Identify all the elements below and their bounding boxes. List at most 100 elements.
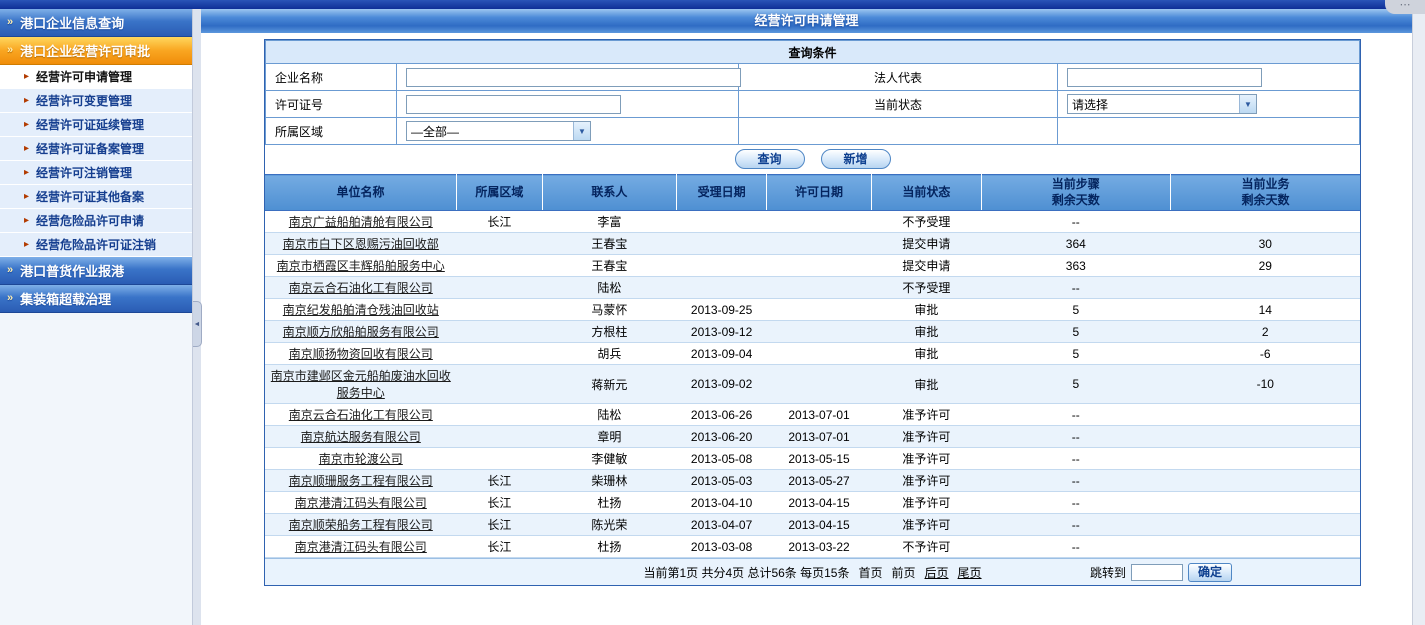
region-select[interactable]: —全部— ▼ (406, 121, 591, 141)
sidebar-subitem[interactable]: ▸经营许可证备案管理 (0, 137, 192, 161)
table-cell: -- (981, 492, 1170, 514)
sidebar-subitem[interactable]: ▸经营许可证其他备案 (0, 185, 192, 209)
table-cell: 2013-06-20 (677, 426, 767, 448)
company-cell: 南京顺方欣船舶服务有限公司 (265, 321, 457, 343)
company-cell: 南京云合石油化工有限公司 (265, 404, 457, 426)
company-link[interactable]: 南京顺扬物资回收有限公司 (289, 347, 433, 361)
sidebar-subitem[interactable]: ▸经营危险品许可证注销 (0, 233, 192, 257)
sidebar-subitem[interactable]: ▸经营许可申请管理 (0, 65, 192, 89)
table-cell (457, 426, 542, 448)
sidebar-item-label: 经营许可证备案管理 (36, 140, 144, 157)
arrow-bullet-icon: ▸ (24, 168, 29, 178)
table-row: 南京港清江码头有限公司长江杜扬2013-03-082013-03-22不予许可-… (265, 536, 1360, 558)
table-cell: 长江 (457, 470, 542, 492)
arrow-bullet-icon: ▸ (24, 192, 29, 202)
company-link[interactable]: 南京市建邺区金元船舶废油水回收服务中心 (271, 369, 451, 400)
table-cell (1171, 277, 1360, 299)
company-link[interactable]: 南京云合石油化工有限公司 (289, 281, 433, 295)
company-link[interactable]: 南京市栖霞区丰辉船舶服务中心 (277, 259, 445, 273)
table-cell (1171, 492, 1360, 514)
empty-cell (1058, 118, 1360, 145)
jump-page-input[interactable] (1131, 564, 1183, 581)
table-cell: 2013-09-02 (677, 365, 767, 404)
last-page-link[interactable]: 尾页 (958, 564, 982, 581)
sidebar-subitem[interactable]: ▸ 经营许可证延续管理 (0, 113, 192, 137)
company-name-input[interactable] (406, 68, 741, 87)
table-cell: 5 (981, 365, 1170, 404)
table-cell: 审批 (872, 321, 982, 343)
company-link[interactable]: 南京航达服务有限公司 (301, 430, 421, 444)
company-link[interactable]: 南京顺珊服务工程有限公司 (289, 474, 433, 488)
sidebar-menu: »港口企业信息查询»港口企业经营许可审批▸经营许可申请管理▸经营许可变更管理▸经… (0, 9, 192, 313)
table-cell: 准予许可 (872, 404, 982, 426)
table-cell (1171, 470, 1360, 492)
top-bar (0, 0, 1425, 9)
company-link[interactable]: 南京市轮渡公司 (319, 452, 403, 466)
table-cell: 2013-09-12 (677, 321, 767, 343)
table-cell: 准予许可 (872, 470, 982, 492)
sidebar-item[interactable]: »港口企业信息查询 (0, 9, 192, 37)
current-status-select[interactable]: 请选择 ▼ (1067, 94, 1257, 114)
table-row: 南京市白下区恩赐污油回收部王春宝提交申请36430 (265, 233, 1360, 255)
table-cell: 章明 (542, 426, 677, 448)
sidebar-item-label: 集装箱超载治理 (20, 289, 111, 308)
table-cell: 王春宝 (542, 233, 677, 255)
sidebar-item[interactable]: »集装箱超载治理 (0, 285, 192, 313)
pagination-center: 当前第1页 共分4页 总计56条 每页15条 首页 前页 后页 尾页 (643, 564, 981, 581)
column-header: 当前步骤 剩余天数 (981, 175, 1170, 211)
table-cell (1171, 211, 1360, 233)
company-link[interactable]: 南京顺荣船务工程有限公司 (289, 518, 433, 532)
arrow-bullet-icon: ▸ (24, 120, 29, 130)
table-cell (457, 255, 542, 277)
next-page-link[interactable]: 后页 (925, 564, 949, 581)
sidebar-subitem[interactable]: ▸经营许可变更管理 (0, 89, 192, 113)
table-cell (766, 233, 871, 255)
right-scroll-strip[interactable] (1412, 9, 1425, 625)
sidebar-item-label: 港口企业信息查询 (20, 13, 124, 32)
table-cell: 长江 (457, 492, 542, 514)
sidebar-subitem[interactable]: ▸经营危险品许可申请 (0, 209, 192, 233)
table-cell (457, 343, 542, 365)
company-link[interactable]: 南京云合石油化工有限公司 (289, 408, 433, 422)
first-page-link[interactable]: 首页 (858, 564, 882, 581)
dropdown-arrow-icon: ▼ (573, 122, 590, 140)
table-cell (766, 277, 871, 299)
main-area: 经营许可申请管理 查询条件 企业名称 法人代表 许可证号 (201, 9, 1412, 625)
collapse-handle[interactable]: ◄ (193, 301, 202, 347)
sidebar-item[interactable]: »港口普货作业报港 (0, 257, 192, 285)
column-header: 受理日期 (677, 175, 767, 211)
action-bar: 查询 新增 (265, 145, 1360, 174)
table-cell: 2013-04-10 (677, 492, 767, 514)
prev-page-link[interactable]: 前页 (892, 564, 916, 581)
company-link[interactable]: 南京市白下区恩赐污油回收部 (283, 237, 439, 251)
legal-person-input[interactable] (1067, 68, 1262, 87)
license-no-label: 许可证号 (266, 91, 397, 118)
company-link[interactable]: 南京顺方欣船舶服务有限公司 (283, 325, 439, 339)
search-button[interactable]: 查询 (735, 149, 805, 169)
sidebar-subitem[interactable]: ▸经营许可注销管理 (0, 161, 192, 185)
table-cell: 5 (981, 343, 1170, 365)
sidebar-item-label: 经营许可证延续管理 (36, 116, 144, 133)
table-cell: -- (981, 277, 1170, 299)
table-cell: 2013-04-15 (766, 514, 871, 536)
jump-label: 跳转到 (1090, 564, 1126, 581)
table-cell: 14 (1171, 299, 1360, 321)
table-cell: 准予许可 (872, 426, 982, 448)
table-cell: 方根柱 (542, 321, 677, 343)
company-link[interactable]: 南京纪发船舶清仓残油回收站 (283, 303, 439, 317)
table-cell: 马蒙怀 (542, 299, 677, 321)
table-cell: 363 (981, 255, 1170, 277)
sidebar-item[interactable]: »港口企业经营许可审批 (0, 37, 192, 65)
arrow-bullet-icon: ▸ (24, 240, 29, 250)
sidebar-splitter[interactable]: ◄ (192, 9, 201, 625)
confirm-button[interactable]: 确定 (1188, 563, 1232, 582)
table-cell: 2013-05-15 (766, 448, 871, 470)
company-link[interactable]: 南京港清江码头有限公司 (295, 496, 427, 510)
add-button[interactable]: 新增 (821, 149, 891, 169)
license-no-input[interactable] (406, 95, 621, 114)
table-row: 南京云合石油化工有限公司陆松不予受理-- (265, 277, 1360, 299)
company-link[interactable]: 南京港清江码头有限公司 (295, 540, 427, 554)
table-cell (766, 255, 871, 277)
company-link[interactable]: 南京广益船舶清舱有限公司 (289, 215, 433, 229)
table-cell: -10 (1171, 365, 1360, 404)
